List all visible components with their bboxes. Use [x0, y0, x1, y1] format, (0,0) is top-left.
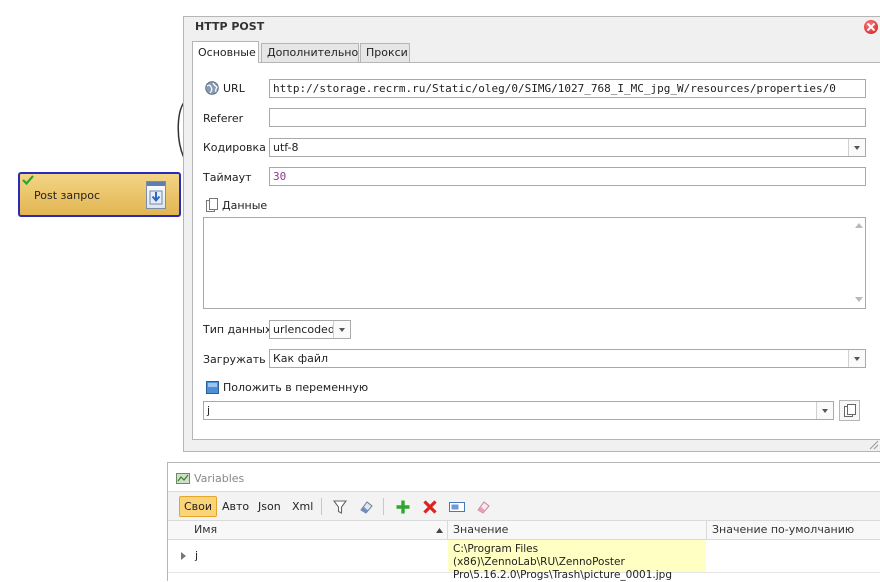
tab-advanced[interactable]: Дополнительно [261, 43, 359, 62]
timeout-label: Таймаут [203, 171, 252, 184]
load-value: Как файл [273, 352, 329, 365]
tab-main[interactable]: Основные [192, 41, 259, 63]
dialog-title: HTTP POST [195, 20, 265, 33]
timeout-input[interactable]: 30 [269, 167, 866, 186]
encoding-select[interactable]: utf-8 [269, 138, 866, 157]
variable-icon [206, 381, 219, 394]
http-post-dialog: HTTP POST Основные Дополнительно Прокси … [183, 16, 880, 452]
row-value-line1: C:\Program Files (x86)\ZennoLab\RU\Zenno… [453, 543, 625, 568]
data-label: Данные [222, 199, 268, 212]
save-var-select[interactable]: j [203, 401, 834, 420]
tab-auto[interactable]: Авто [218, 496, 253, 517]
data-type-label: Тип данных [203, 323, 272, 336]
save-var-label: Положить в переменную [223, 381, 369, 394]
row-value-line2: Pro\5.16.2.0\Progs\Trash\picture_0001.jp… [453, 569, 672, 581]
column-name-header[interactable]: Имя [194, 523, 217, 536]
referer-label: Referer [203, 112, 244, 125]
column-divider [447, 521, 448, 540]
load-select[interactable]: Как файл [269, 349, 866, 368]
variables-header: Variables [176, 472, 244, 485]
download-arrow-icon [146, 181, 166, 209]
variables-icon [176, 473, 190, 484]
tab-proxy[interactable]: Прокси [360, 43, 410, 62]
tab-xml[interactable]: Xml [288, 496, 317, 517]
table-row[interactable]: j C:\Program Files (x86)\ZennoLab\RU\Zen… [168, 540, 880, 581]
scroll-down-icon[interactable] [854, 297, 863, 303]
encoding-label: Кодировка [203, 141, 266, 154]
variables-title: Variables [194, 472, 245, 485]
referer-input[interactable] [269, 108, 866, 127]
main-tab-panel: URL http://storage.recrm.ru/Static/oleg/… [192, 62, 880, 440]
tab-json[interactable]: Json [254, 496, 285, 517]
data-type-value: urlencoded [273, 323, 335, 336]
green-check-icon [22, 175, 34, 186]
data-type-select[interactable]: urlencoded [269, 320, 351, 339]
filter-icon[interactable] [331, 498, 349, 516]
rename-icon[interactable] [448, 498, 466, 516]
url-label: URL [223, 82, 245, 95]
copy-icon [844, 404, 856, 417]
tab-own[interactable]: Свои [179, 496, 218, 517]
column-default-header[interactable]: Значение по-умолчанию [712, 523, 854, 536]
row-value[interactable]: C:\Program Files (x86)\ZennoLab\RU\Zenno… [448, 540, 706, 581]
toolbar-separator [383, 498, 384, 515]
chevron-down-icon[interactable] [816, 402, 833, 419]
close-icon[interactable] [864, 20, 878, 34]
url-input[interactable]: http://storage.recrm.ru/Static/oleg/0/SI… [269, 79, 866, 98]
encoding-value: utf-8 [273, 141, 299, 154]
variables-panel: Variables Свои Авто Json Xml Имя Значени… [167, 462, 880, 581]
eraser-icon[interactable] [357, 498, 375, 516]
chevron-down-icon[interactable] [848, 350, 865, 367]
variables-toolbar: Свои Авто Json Xml [168, 491, 880, 521]
globe-icon [205, 81, 219, 95]
clear-icon[interactable] [474, 498, 492, 516]
variables-grid-header: Имя Значение Значение по-умолчанию [168, 521, 880, 540]
block-title: Post запрос [34, 189, 101, 202]
toolbar-separator [321, 498, 322, 515]
data-textarea[interactable] [203, 217, 866, 309]
delete-icon[interactable] [421, 498, 439, 516]
sort-up-icon[interactable] [436, 528, 443, 533]
copy-button[interactable] [839, 400, 860, 421]
column-divider [706, 521, 707, 540]
load-label: Загружать [203, 353, 266, 366]
row-pointer-icon [181, 552, 186, 560]
post-request-block[interactable]: Post запрос [18, 172, 181, 217]
chevron-down-icon[interactable] [333, 321, 350, 338]
add-icon[interactable] [394, 498, 412, 516]
column-value-header[interactable]: Значение [453, 523, 508, 536]
row-name: j [195, 549, 199, 562]
document-icon [206, 198, 218, 212]
chevron-down-icon[interactable] [848, 139, 865, 156]
save-var-value: j [207, 404, 211, 417]
resize-grip-icon[interactable] [867, 438, 879, 450]
scroll-up-icon[interactable] [854, 223, 863, 229]
